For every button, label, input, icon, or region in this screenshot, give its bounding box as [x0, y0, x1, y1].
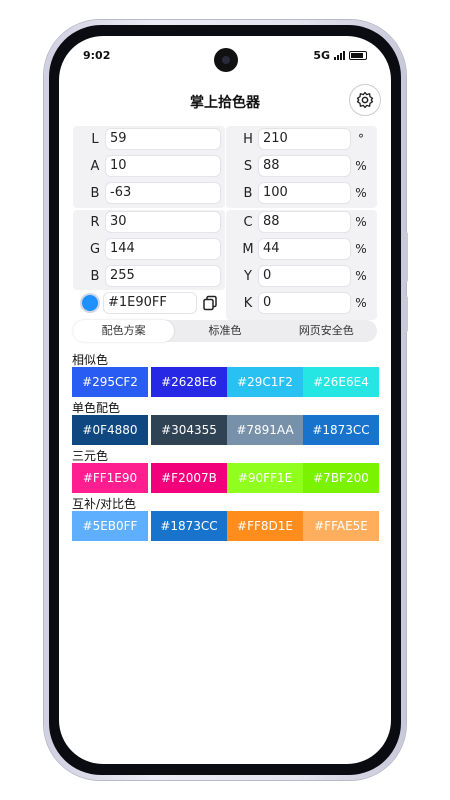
battery-icon	[349, 51, 367, 60]
swatch-triadic-2[interactable]: #F2007B	[151, 463, 227, 493]
tab-standard-colors[interactable]: 标准色	[174, 320, 275, 342]
cmyk-m-input[interactable]: 44	[258, 238, 351, 260]
cmyk-k-unit: %	[355, 296, 367, 310]
hex-input[interactable]: #1E90FF	[103, 292, 197, 314]
cmyk-row-k: K 0 %	[238, 292, 371, 314]
settings-gear-icon	[356, 91, 374, 109]
swatch-analogous-3[interactable]: #29C1F2	[227, 367, 303, 397]
hsb-s-unit: %	[355, 159, 367, 173]
status-bar: 9:02 5G	[59, 46, 391, 72]
volume-button	[404, 232, 408, 282]
swatch-analogous-1[interactable]: #295CF2	[72, 367, 148, 397]
swatch-complementary-2[interactable]: #1873CC	[151, 511, 227, 541]
palette-title-complementary: 互补/对比色	[72, 497, 137, 511]
swatch-triadic-3[interactable]: #90FF1E	[227, 463, 303, 493]
screen: 9:02 5G 掌上拾色器 L 59 A 10 B -63 H 210 ° S …	[59, 36, 391, 764]
settings-button[interactable]	[349, 84, 381, 116]
lab-b-label: B	[90, 185, 100, 201]
hsb-h-input[interactable]: 210	[258, 128, 351, 150]
status-indicators: 5G	[313, 49, 367, 62]
cmyk-y-input[interactable]: 0	[258, 265, 351, 287]
cmyk-k-input[interactable]: 0	[258, 292, 351, 314]
status-time: 9:02	[83, 49, 111, 62]
lab-a-input[interactable]: 10	[105, 155, 221, 177]
tab-web-safe-colors[interactable]: 网页安全色	[276, 320, 377, 342]
swatch-monochrome-2[interactable]: #304355	[151, 415, 227, 445]
cmyk-m-unit: %	[355, 242, 367, 256]
lab-l-label: L	[91, 131, 99, 147]
hsb-b-input[interactable]: 100	[258, 182, 351, 204]
current-color-swatch[interactable]	[82, 295, 98, 311]
hsb-b-unit: %	[355, 186, 367, 200]
lab-row-b: B -63	[85, 182, 221, 204]
swatch-complementary-1[interactable]: #5EB0FF	[72, 511, 148, 541]
cmyk-c-unit: %	[355, 215, 367, 229]
cmyk-c-label: C	[243, 214, 253, 230]
front-camera	[214, 48, 238, 72]
palette-title-monochrome: 单色配色	[72, 401, 121, 415]
tab-color-schemes[interactable]: 配色方案	[73, 320, 175, 342]
lab-l-input[interactable]: 59	[105, 128, 221, 150]
lab-b-input[interactable]: -63	[105, 182, 221, 204]
palette-title-analogous: 相似色	[72, 353, 109, 367]
swatch-analogous-4[interactable]: #26E6E4	[303, 367, 379, 397]
cmyk-k-label: K	[243, 295, 253, 311]
rgb-b-input[interactable]: 255	[105, 265, 221, 287]
copy-icon[interactable]	[202, 295, 218, 311]
hsb-h-unit: °	[358, 132, 364, 146]
cmyk-row-m: M 44 %	[238, 238, 371, 260]
hsb-row-s: S 88 %	[238, 155, 371, 177]
rgb-row-r: R 30	[85, 211, 221, 233]
scheme-tabs: 配色方案 标准色 网页安全色	[73, 320, 377, 342]
hsb-row-b: B 100 %	[238, 182, 371, 204]
lab-row-a: A 10	[85, 155, 221, 177]
cmyk-row-y: Y 0 %	[238, 265, 371, 287]
swatch-monochrome-3[interactable]: #7891AA	[227, 415, 303, 445]
swatch-analogous-2[interactable]: #2628E6	[151, 367, 227, 397]
page-title: 掌上拾色器	[190, 95, 260, 111]
network-label: 5G	[313, 49, 330, 62]
lab-row-l: L 59	[85, 128, 221, 150]
cmyk-y-label: Y	[244, 268, 252, 284]
power-button	[404, 296, 408, 332]
cmyk-m-label: M	[242, 241, 254, 257]
lab-a-label: A	[90, 158, 100, 174]
swatch-triadic-1[interactable]: #FF1E90	[72, 463, 148, 493]
hsb-b-label: B	[243, 185, 253, 201]
hsb-row-h: H 210 °	[238, 128, 371, 150]
swatch-monochrome-1[interactable]: #0F4880	[72, 415, 148, 445]
rgb-g-label: G	[89, 241, 101, 257]
rgb-r-label: R	[90, 214, 100, 230]
palette-title-triadic: 三元色	[72, 449, 109, 463]
swatch-complementary-3[interactable]: #FF8D1E	[227, 511, 303, 541]
cmyk-c-input[interactable]: 88	[258, 211, 351, 233]
signal-icon	[334, 51, 345, 60]
hsb-h-label: H	[243, 131, 253, 147]
rgb-row-b: B 255	[85, 265, 221, 287]
cmyk-row-c: C 88 %	[238, 211, 371, 233]
rgb-b-label: B	[90, 268, 100, 284]
swatch-complementary-4[interactable]: #FFAE5E	[303, 511, 379, 541]
rgb-g-input[interactable]: 144	[105, 238, 221, 260]
rgb-row-g: G 144	[85, 238, 221, 260]
hsb-s-label: S	[243, 158, 253, 174]
rgb-r-input[interactable]: 30	[105, 211, 221, 233]
hsb-s-input[interactable]: 88	[258, 155, 351, 177]
cmyk-y-unit: %	[355, 269, 367, 283]
swatch-triadic-4[interactable]: #7BF200	[303, 463, 379, 493]
swatch-monochrome-4[interactable]: #1873CC	[303, 415, 379, 445]
